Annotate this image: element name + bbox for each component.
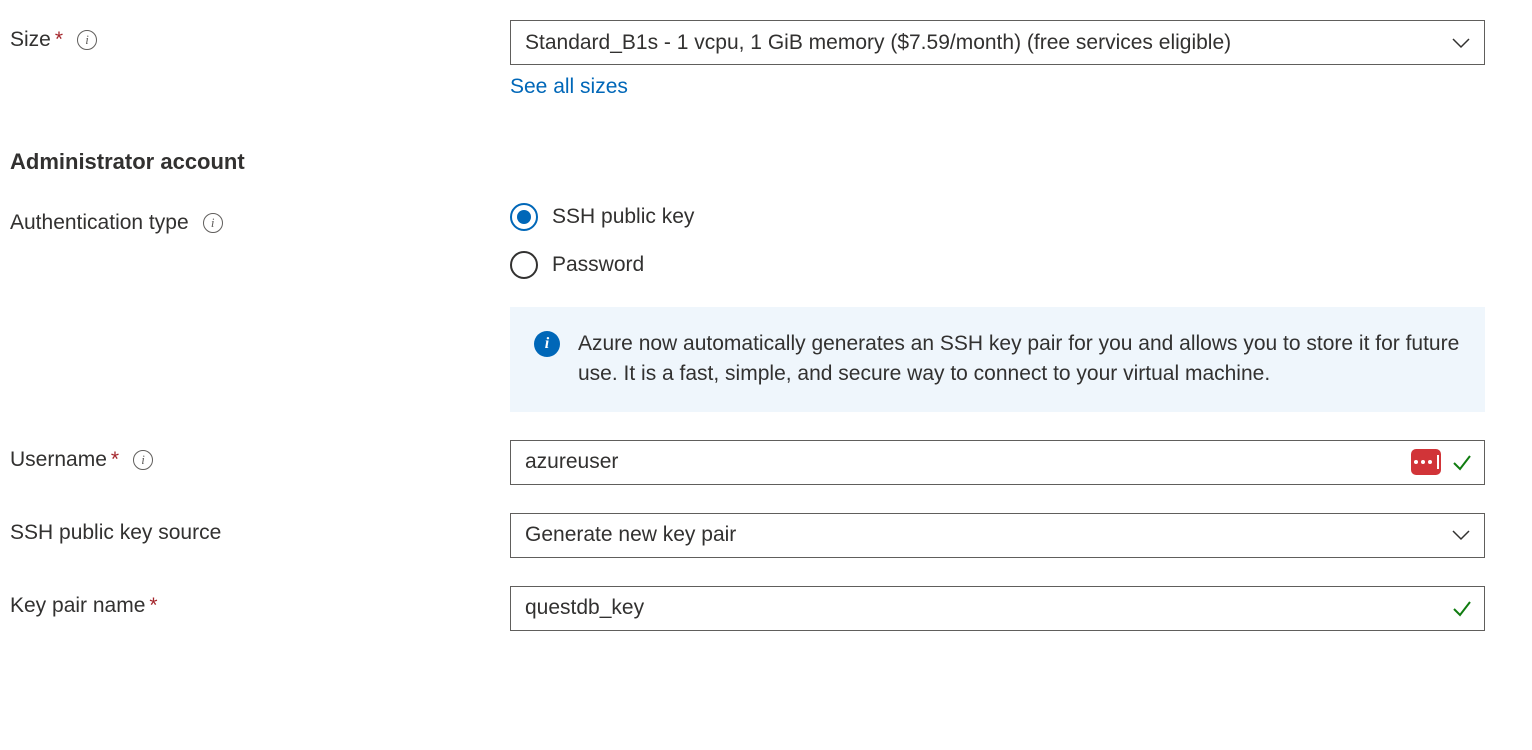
radio-button-icon bbox=[510, 203, 538, 231]
size-select-value: Standard_B1s - 1 vcpu, 1 GiB memory ($7.… bbox=[525, 31, 1231, 55]
auth-type-row: Authentication type SSH public key Passw… bbox=[10, 203, 1522, 412]
auth-type-field-col: SSH public key Password Azure now automa… bbox=[510, 203, 1485, 412]
auth-radio-password[interactable]: Password bbox=[510, 251, 1485, 279]
username-label: Username bbox=[10, 448, 107, 472]
admin-account-heading: Administrator account bbox=[10, 149, 1522, 175]
size-field-col: Standard_B1s - 1 vcpu, 1 GiB memory ($7.… bbox=[510, 20, 1485, 99]
auth-radio-group: SSH public key Password bbox=[510, 203, 1485, 279]
info-icon[interactable] bbox=[133, 450, 153, 470]
required-marker: * bbox=[55, 28, 63, 52]
username-input-wrap bbox=[510, 440, 1485, 485]
info-icon[interactable] bbox=[77, 30, 97, 50]
ssh-source-label: SSH public key source bbox=[10, 521, 221, 545]
ssh-source-field-col: Generate new key pair bbox=[510, 513, 1485, 558]
keypair-label-col: Key pair name * bbox=[10, 586, 510, 618]
auth-type-label-col: Authentication type bbox=[10, 203, 510, 235]
radio-button-icon bbox=[510, 251, 538, 279]
required-marker: * bbox=[149, 594, 157, 618]
keypair-input[interactable] bbox=[510, 586, 1485, 631]
chevron-down-icon bbox=[1452, 529, 1470, 541]
ssh-info-text: Azure now automatically generates an SSH… bbox=[578, 329, 1461, 390]
username-input[interactable] bbox=[510, 440, 1485, 485]
info-icon[interactable] bbox=[203, 213, 223, 233]
size-label: Size bbox=[10, 28, 51, 52]
auth-type-label: Authentication type bbox=[10, 211, 189, 235]
chevron-down-icon bbox=[1452, 37, 1470, 49]
keypair-label: Key pair name bbox=[10, 594, 145, 618]
username-field-col bbox=[510, 440, 1485, 485]
auth-radio-ssh-label: SSH public key bbox=[552, 205, 694, 229]
size-label-col: Size * bbox=[10, 20, 510, 52]
size-select[interactable]: Standard_B1s - 1 vcpu, 1 GiB memory ($7.… bbox=[510, 20, 1485, 65]
password-manager-icon[interactable] bbox=[1411, 449, 1441, 475]
info-filled-icon bbox=[534, 331, 560, 357]
auth-radio-ssh[interactable]: SSH public key bbox=[510, 203, 1485, 231]
see-all-sizes-link[interactable]: See all sizes bbox=[510, 75, 628, 99]
username-row: Username * bbox=[10, 440, 1522, 485]
ssh-source-select[interactable]: Generate new key pair bbox=[510, 513, 1485, 558]
ssh-source-row: SSH public key source Generate new key p… bbox=[10, 513, 1522, 558]
keypair-row: Key pair name * bbox=[10, 586, 1522, 631]
ssh-source-select-value: Generate new key pair bbox=[525, 523, 736, 547]
size-row: Size * Standard_B1s - 1 vcpu, 1 GiB memo… bbox=[10, 20, 1522, 99]
ssh-info-banner: Azure now automatically generates an SSH… bbox=[510, 307, 1485, 412]
auth-radio-password-label: Password bbox=[552, 253, 644, 277]
keypair-input-wrap bbox=[510, 586, 1485, 631]
required-marker: * bbox=[111, 448, 119, 472]
username-label-col: Username * bbox=[10, 440, 510, 472]
keypair-field-col bbox=[510, 586, 1485, 631]
ssh-source-label-col: SSH public key source bbox=[10, 513, 510, 545]
